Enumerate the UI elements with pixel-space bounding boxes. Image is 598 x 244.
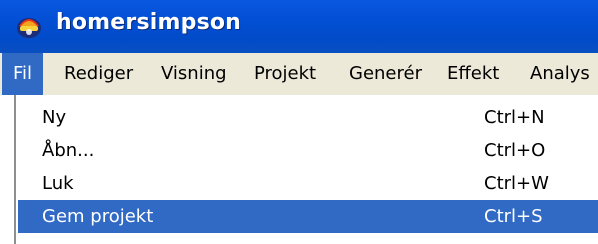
file-menu-item-close[interactable]: Luk Ctrl+W (18, 167, 598, 200)
menu-bar: Fil Rediger Visning Projekt Generér Effe… (0, 53, 598, 96)
menu-item-label: Ny (42, 107, 67, 128)
menu-item-shortcut: Ctrl+O (484, 140, 546, 161)
menu-item-shortcut: Ctrl+N (484, 107, 545, 128)
menu-item-label: Luk (42, 173, 74, 194)
menu-projekt[interactable]: Projekt (254, 53, 316, 95)
file-menu-dropdown: Ny Ctrl+N Åbn... Ctrl+O Luk Ctrl+W Gem p… (0, 95, 598, 244)
menu-analys[interactable]: Analys (530, 53, 590, 95)
menu-item-label: Åbn... (42, 140, 95, 161)
menu-item-shortcut: Ctrl+W (484, 173, 549, 194)
menu-item-shortcut: Ctrl+S (484, 206, 543, 227)
menu-rediger[interactable]: Rediger (64, 53, 133, 95)
app-logo-icon (17, 18, 41, 38)
file-menu-item-new[interactable]: Ny Ctrl+N (18, 101, 598, 134)
menu-item-label: Gem projekt (42, 206, 154, 227)
menu-visning[interactable]: Visning (161, 53, 227, 95)
dropdown-left-border (14, 95, 16, 244)
menu-generer[interactable]: Generér (349, 53, 422, 95)
window-title: homersimpson (56, 10, 242, 35)
app-window: homersimpson Fil Rediger Visning Projekt… (0, 0, 598, 244)
file-menu-item-save-project[interactable]: Gem projekt Ctrl+S (18, 200, 598, 233)
menu-effekt[interactable]: Effekt (447, 53, 499, 95)
file-menu-item-open[interactable]: Åbn... Ctrl+O (18, 134, 598, 167)
title-bar[interactable]: homersimpson (0, 0, 598, 53)
menu-fil[interactable]: Fil (2, 53, 44, 95)
